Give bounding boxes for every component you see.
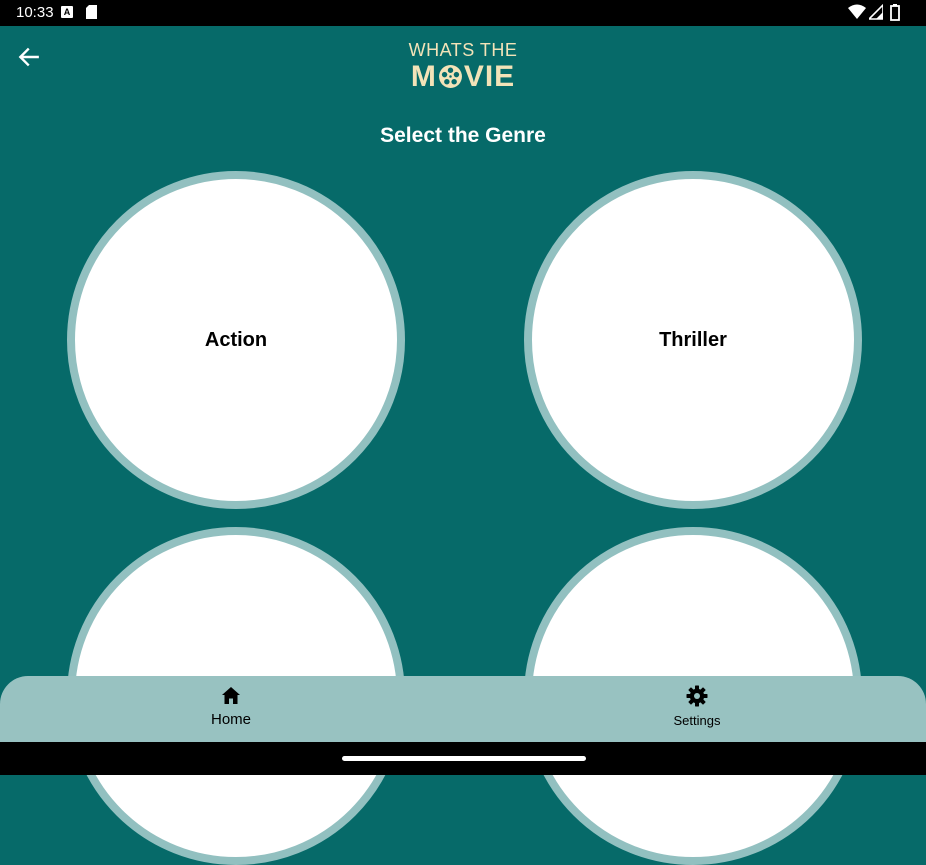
battery-icon <box>890 4 900 21</box>
genre-label: Thriller <box>659 328 727 351</box>
status-time: 10:33 <box>16 4 54 21</box>
gear-icon <box>686 685 708 707</box>
app-logo: WHATS THE M VIE <box>0 40 926 94</box>
logo-line2: M VIE <box>0 60 926 94</box>
wifi-icon <box>848 4 866 19</box>
nav-settings[interactable]: Settings <box>627 684 767 728</box>
page-title: Select the Genre <box>380 124 546 147</box>
gesture-home-handle[interactable] <box>342 756 586 761</box>
nav-home-label: Home <box>210 711 251 728</box>
status-bar: 10:33 A <box>0 0 926 26</box>
genre-thriller-button[interactable]: Thriller <box>524 171 862 509</box>
film-reel-icon <box>438 65 462 88</box>
logo-line2-left: M <box>410 60 437 93</box>
system-nav-bar <box>0 742 926 775</box>
logo-line1: WHATS THE <box>408 40 518 60</box>
bottom-navigation: Home Settings <box>0 676 926 742</box>
keyboard-notification-icon: A <box>61 6 73 18</box>
sd-card-icon <box>86 5 97 19</box>
home-icon <box>222 687 240 704</box>
status-icons <box>848 4 908 22</box>
genre-label: Action <box>204 328 268 351</box>
nav-settings-label: Settings <box>673 713 721 728</box>
genre-action-button[interactable]: Action <box>67 171 405 509</box>
signal-icon <box>869 4 883 20</box>
logo-line2-right: VIE <box>463 60 516 93</box>
nav-home[interactable]: Home <box>161 684 301 728</box>
